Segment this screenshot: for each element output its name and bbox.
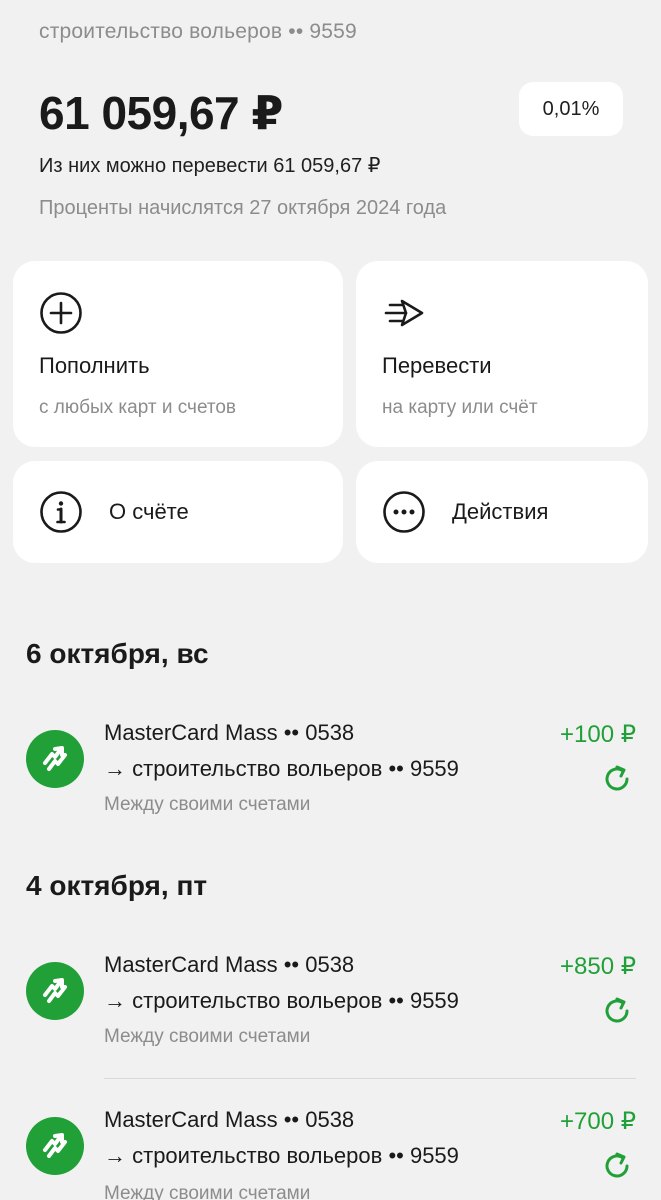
transaction-category: Между своими счетами — [104, 1183, 311, 1200]
plus-circle-icon — [39, 291, 83, 335]
transaction-source: MasterCard Mass •• 0538 — [104, 952, 355, 977]
interest-rate-value: 0,01% — [542, 97, 600, 120]
actions-menu-label: Действия — [452, 499, 549, 524]
top-up-card[interactable]: Пополнить с любых карт и счетов — [13, 261, 343, 447]
transaction-destination: → строительство вольеров •• 9559 — [104, 756, 459, 781]
more-dots-icon — [382, 490, 426, 534]
info-icon — [39, 490, 83, 534]
transaction-divider — [104, 1078, 636, 1079]
transfer-between-accounts-icon — [26, 962, 84, 1020]
transaction-destination: → строительство вольеров •• 9559 — [104, 1143, 459, 1168]
transfer-title: Перевести — [382, 353, 492, 378]
history-date-header: 6 октября, вс — [26, 638, 209, 669]
history-date-header: 4 октября, пт — [26, 870, 208, 901]
transaction-category: Между своими счетами — [104, 794, 311, 815]
transaction-row[interactable]: MasterCard Mass •• 0538 → строительство … — [26, 720, 636, 840]
transferable-amount: Из них можно перевести 61 059,67 ₽ — [39, 155, 381, 177]
repeat-icon[interactable] — [600, 994, 634, 1028]
transfer-card[interactable]: Перевести на карту или счёт — [356, 261, 648, 447]
about-account-label: О счёте — [109, 499, 189, 524]
account-name: строительство вольеров •• 9559 — [39, 20, 357, 43]
interest-accrual-note: Проценты начислятся 27 октября 2024 года — [39, 197, 447, 219]
transaction-row[interactable]: MasterCard Mass •• 0538 → строительство … — [26, 952, 636, 1072]
transaction-amount: +700 ₽ — [560, 1108, 636, 1135]
transaction-amount: +100 ₽ — [560, 721, 636, 748]
transfer-between-accounts-icon — [26, 730, 84, 788]
transaction-source: MasterCard Mass •• 0538 — [104, 720, 355, 745]
transfer-subtitle: на карту или счёт — [382, 397, 538, 418]
repeat-icon[interactable] — [600, 762, 634, 796]
transaction-category: Между своими счетами — [104, 1026, 311, 1047]
send-arrow-icon — [382, 291, 426, 335]
transaction-amount: +850 ₽ — [560, 953, 636, 980]
top-up-subtitle: с любых карт и счетов — [39, 397, 237, 418]
transaction-destination: → строительство вольеров •• 9559 — [104, 988, 459, 1013]
transaction-row[interactable]: MasterCard Mass •• 0538 → строительство … — [26, 1107, 636, 1200]
repeat-icon[interactable] — [600, 1149, 634, 1183]
interest-rate-chip[interactable]: 0,01% — [519, 82, 623, 136]
transaction-source: MasterCard Mass •• 0538 — [104, 1107, 355, 1132]
account-balance: 61 059,67 ₽ — [39, 87, 283, 139]
actions-menu-button[interactable]: Действия — [356, 461, 648, 563]
transfer-between-accounts-icon — [26, 1117, 84, 1175]
top-up-title: Пополнить — [39, 353, 150, 378]
about-account-button[interactable]: О счёте — [13, 461, 343, 563]
